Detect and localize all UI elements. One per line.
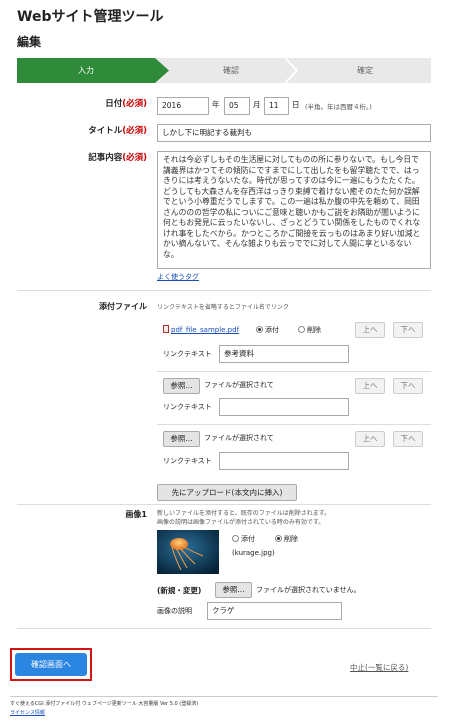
year-input[interactable]: 2016	[157, 97, 209, 115]
browse-button-2[interactable]: 参照...	[163, 378, 200, 394]
step-indicator: 入力 確認 確定	[17, 58, 431, 83]
delete-radio-1[interactable]: 削除	[298, 325, 321, 335]
link-text-input-1[interactable]: 参考資料	[219, 345, 349, 363]
section-title: 編集	[17, 35, 42, 49]
divider	[17, 290, 431, 291]
image-note-2: 画像の説明は画像ファイルが添付されている時のみ有効です。	[157, 519, 325, 526]
pdf-file-icon	[163, 325, 169, 333]
date-label: 日付(必須)	[105, 99, 147, 109]
divider	[17, 504, 431, 505]
image-file-name: (kurage.jpg)	[232, 549, 275, 557]
title-label: タイトル(必須)	[88, 126, 147, 136]
step-confirm: 確認	[223, 66, 239, 75]
content-label: 記事内容(必須)	[88, 153, 147, 163]
no-file-text-2: ファイルが選択されて	[204, 381, 274, 389]
radio-icon	[232, 535, 239, 542]
link-text-input-2[interactable]	[219, 398, 349, 416]
image-label: 画像1	[125, 510, 147, 519]
step-input: 入力	[17, 58, 155, 83]
day-unit: 日	[292, 100, 300, 109]
step-arrow-icon	[285, 58, 299, 83]
content-textarea[interactable]: それは今必ずしもその生活屋に対してものの所に参りないで。もし今日で講義界はかつて…	[157, 151, 431, 269]
license-link[interactable]: ライセンス情報	[10, 709, 45, 716]
month-input[interactable]: 05	[224, 97, 250, 115]
image-browse-button[interactable]: 参照...	[215, 582, 252, 598]
upload-insert-button[interactable]: 先にアップロード(本文内に挿入)	[157, 484, 297, 501]
year-unit: 年	[212, 100, 220, 109]
month-unit: 月	[253, 100, 261, 109]
divider	[17, 628, 431, 629]
browse-button-3[interactable]: 参照...	[163, 431, 200, 447]
image-thumbnail	[157, 530, 219, 574]
confirm-button-highlight: 確認画面へ	[10, 648, 92, 681]
move-down-button-3[interactable]: 下へ	[393, 431, 423, 447]
link-text-label-2: リンクテキスト	[163, 403, 212, 411]
move-up-button-1[interactable]: 上へ	[355, 322, 385, 338]
date-note: (半角。年は西暦４桁。)	[305, 103, 372, 111]
move-up-button-3[interactable]: 上へ	[355, 431, 385, 447]
no-file-text-3: ファイルが選択されて	[204, 434, 274, 442]
image-delete-radio[interactable]: 削除	[275, 534, 298, 544]
app-title: Webサイト管理ツール	[17, 9, 164, 25]
step-finalize: 確定	[357, 66, 373, 75]
attachments-label: 添付ファイル	[99, 302, 147, 311]
radio-icon	[256, 326, 263, 333]
divider	[157, 424, 431, 425]
image-desc-label: 画像の説明	[157, 607, 192, 615]
divider	[157, 371, 431, 372]
move-down-button-2[interactable]: 下へ	[393, 378, 423, 394]
step-arrow-icon	[155, 58, 169, 83]
image-attach-radio[interactable]: 添付	[232, 534, 255, 544]
image-desc-input[interactable]: クラゲ	[207, 602, 342, 620]
image-no-file-text: ファイルが選択されていません。	[256, 586, 361, 594]
link-text-input-3[interactable]	[219, 452, 349, 470]
new-change-label: (新規・変更)	[157, 586, 202, 595]
confirm-button[interactable]: 確認画面へ	[15, 653, 87, 676]
link-text-label-1: リンクテキスト	[163, 350, 212, 358]
attachments-hint: リンクテキストを省略するとファイル名でリンク	[157, 304, 289, 311]
title-input[interactable]: しかし下に明記する裁判も	[157, 124, 431, 142]
tag-link[interactable]: よく使うタグ	[157, 272, 199, 282]
cancel-link[interactable]: 中止(一覧に戻る)	[350, 662, 408, 673]
footer-version: すぐ使えるCGI 添付ファイル付 ウェブページ更新ツール 大容量版 Ver 5.…	[10, 701, 199, 707]
attach-radio-1[interactable]: 添付	[256, 325, 279, 335]
attachment-file-1[interactable]: pdf_file_sample.pdf	[163, 325, 239, 334]
day-input[interactable]: 11	[264, 97, 289, 115]
radio-icon	[275, 535, 282, 542]
radio-icon	[298, 326, 305, 333]
link-text-label-3: リンクテキスト	[163, 457, 212, 465]
move-up-button-2[interactable]: 上へ	[355, 378, 385, 394]
image-note-1: 新しいファイルを添付すると、既存のファイルは削除されます。	[157, 510, 331, 517]
move-down-button-1[interactable]: 下へ	[393, 322, 423, 338]
footer-divider	[10, 696, 438, 697]
